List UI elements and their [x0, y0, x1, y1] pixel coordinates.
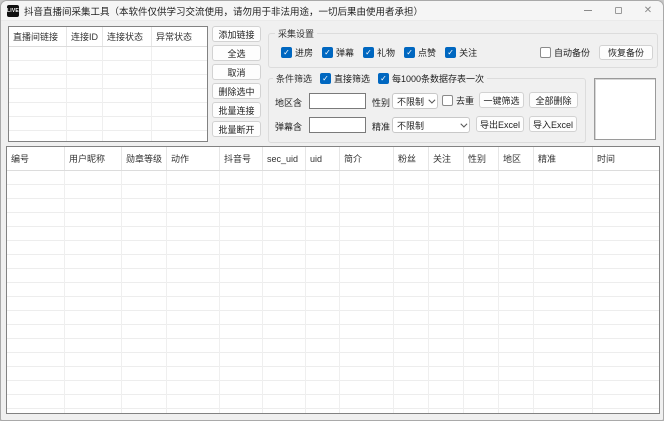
gender-label: 性别 [372, 96, 390, 109]
one-click-filter-button[interactable]: 一键筛选 [479, 92, 524, 108]
checkbox-dedupe[interactable]: 去重 [442, 94, 474, 107]
column-header-time[interactable]: 时间 [593, 147, 659, 170]
window-title: 抖音直播间采集工具（本软件仅供学习交流使用，请勿用于非法用途，一切后果由使用者承… [24, 4, 423, 18]
column-header-fans[interactable]: 粉丝 [394, 147, 429, 170]
column-header-region[interactable]: 地区 [499, 147, 534, 170]
checkbox-label: 进房 [295, 46, 313, 59]
checkbox-label: 礼物 [377, 46, 395, 59]
danmaku-contains-label: 弹幕含 [275, 120, 302, 133]
import-excel-button[interactable]: 导入Excel [529, 116, 577, 132]
danmaku-contains-input[interactable] [309, 117, 366, 133]
checkbox-icon [442, 95, 453, 106]
checkbox-icon: ✓ [320, 73, 331, 84]
batch-connect-button[interactable]: 批量连接 [212, 102, 261, 118]
export-excel-button[interactable]: 导出Excel [476, 116, 524, 132]
column-header-uid[interactable]: uid [306, 147, 340, 170]
checkbox-icon: ✓ [445, 47, 456, 58]
checkbox-icon [540, 47, 551, 58]
collect-settings-title: 采集设置 [275, 27, 317, 40]
data-table-body [7, 171, 659, 413]
checkbox-label: 去重 [456, 94, 474, 107]
minimize-icon [584, 10, 592, 11]
checkbox-danmaku[interactable]: ✓ 弹幕 [322, 46, 354, 59]
column-header-conn-id[interactable]: 连接ID [67, 27, 103, 46]
select-all-button[interactable]: 全选 [212, 45, 261, 61]
delete-selected-button[interactable]: 删除选中 [212, 83, 261, 99]
preview-box [594, 78, 656, 140]
restore-backup-button[interactable]: 恢复备份 [599, 45, 653, 60]
gender-select-value: 不限制 [397, 95, 424, 108]
maximize-icon [615, 7, 622, 14]
checkbox-label: 直接筛选 [334, 72, 370, 85]
maximize-button[interactable] [603, 1, 633, 20]
connection-table-header: 直播间链接 连接ID 连接状态 异常状态 [9, 27, 207, 47]
precise-select[interactable]: 不限制 [392, 117, 470, 133]
column-header-number[interactable]: 编号 [7, 147, 65, 170]
checkbox-enter-room[interactable]: ✓ 进房 [281, 46, 313, 59]
checkbox-label: 点赞 [418, 46, 436, 59]
checkbox-label: 每1000条数据存表一次 [392, 72, 484, 85]
batch-disconnect-button[interactable]: 批量断开 [212, 121, 261, 137]
column-header-medal-level[interactable]: 勋章等级 [122, 147, 167, 170]
minimize-button[interactable] [573, 1, 603, 20]
checkbox-save-every-1000[interactable]: ✓ 每1000条数据存表一次 [378, 72, 484, 85]
column-header-precise[interactable]: 精准 [534, 147, 593, 170]
region-contains-input[interactable] [309, 93, 366, 109]
checkbox-icon: ✓ [378, 73, 389, 84]
delete-all-button[interactable]: 全部删除 [529, 92, 578, 108]
checkbox-icon: ✓ [281, 47, 292, 58]
close-icon: ✕ [644, 5, 652, 16]
column-header-bio[interactable]: 简介 [340, 147, 394, 170]
chevron-down-icon [428, 96, 435, 103]
collect-settings-group: 采集设置 ✓ 进房 ✓ 弹幕 ✓ 礼物 ✓ 点赞 ✓ 关注 [268, 33, 658, 68]
checkbox-icon: ✓ [404, 47, 415, 58]
close-button[interactable]: ✕ [633, 1, 663, 20]
live-app-icon: LIVE [7, 5, 19, 17]
gender-select[interactable]: 不限制 [392, 93, 438, 109]
column-header-follow[interactable]: 关注 [429, 147, 464, 170]
filter-settings-title: 条件筛选 [276, 72, 312, 85]
column-header-sec-uid[interactable]: sec_uid [263, 147, 306, 170]
checkbox-label: 弹幕 [336, 46, 354, 59]
connection-table: 直播间链接 连接ID 连接状态 异常状态 [8, 26, 208, 142]
column-header-room-link[interactable]: 直播间链接 [9, 27, 67, 46]
filter-settings-titlebar: 条件筛选 ✓ 直接筛选 ✓ 每1000条数据存表一次 [273, 72, 487, 85]
checkbox-icon: ✓ [322, 47, 333, 58]
column-header-conn-status[interactable]: 连接状态 [103, 27, 152, 46]
connection-table-body [9, 47, 207, 141]
column-header-gender[interactable]: 性别 [464, 147, 499, 170]
precise-label: 精准 [372, 120, 390, 133]
column-header-action[interactable]: 动作 [167, 147, 220, 170]
column-header-douyin-id[interactable]: 抖音号 [220, 147, 263, 170]
checkbox-auto-backup[interactable]: 自动备份 [540, 46, 590, 59]
link-action-buttons: 添加链接 全选 取消 删除选中 批量连接 批量断开 [212, 26, 261, 137]
title-bar[interactable]: LIVE 抖音直播间采集工具（本软件仅供学习交流使用，请勿用于非法用途，一切后果… [1, 1, 663, 21]
data-table-header: 编号 用户昵称 勋章等级 动作 抖音号 sec_uid uid 简介 粉丝 关注… [7, 147, 659, 171]
column-header-nickname[interactable]: 用户昵称 [65, 147, 122, 170]
add-link-button[interactable]: 添加链接 [212, 26, 261, 42]
filter-settings-group: 条件筛选 ✓ 直接筛选 ✓ 每1000条数据存表一次 地区含 性别 不限制 去重… [268, 78, 586, 143]
precise-select-value: 不限制 [397, 119, 424, 132]
chevron-down-icon [460, 120, 467, 127]
checkbox-gift[interactable]: ✓ 礼物 [363, 46, 395, 59]
region-contains-label: 地区含 [275, 96, 302, 109]
checkbox-icon: ✓ [363, 47, 374, 58]
data-table: 编号 用户昵称 勋章等级 动作 抖音号 sec_uid uid 简介 粉丝 关注… [6, 146, 660, 414]
checkbox-like[interactable]: ✓ 点赞 [404, 46, 436, 59]
window-controls: ✕ [573, 1, 663, 20]
cancel-button[interactable]: 取消 [212, 64, 261, 80]
column-header-error-status[interactable]: 异常状态 [152, 27, 207, 46]
checkbox-direct-filter[interactable]: ✓ 直接筛选 [320, 72, 370, 85]
checkbox-follow[interactable]: ✓ 关注 [445, 46, 477, 59]
app-window: LIVE 抖音直播间采集工具（本软件仅供学习交流使用，请勿用于非法用途，一切后果… [0, 0, 664, 421]
checkbox-label: 自动备份 [554, 46, 590, 59]
checkbox-label: 关注 [459, 46, 477, 59]
